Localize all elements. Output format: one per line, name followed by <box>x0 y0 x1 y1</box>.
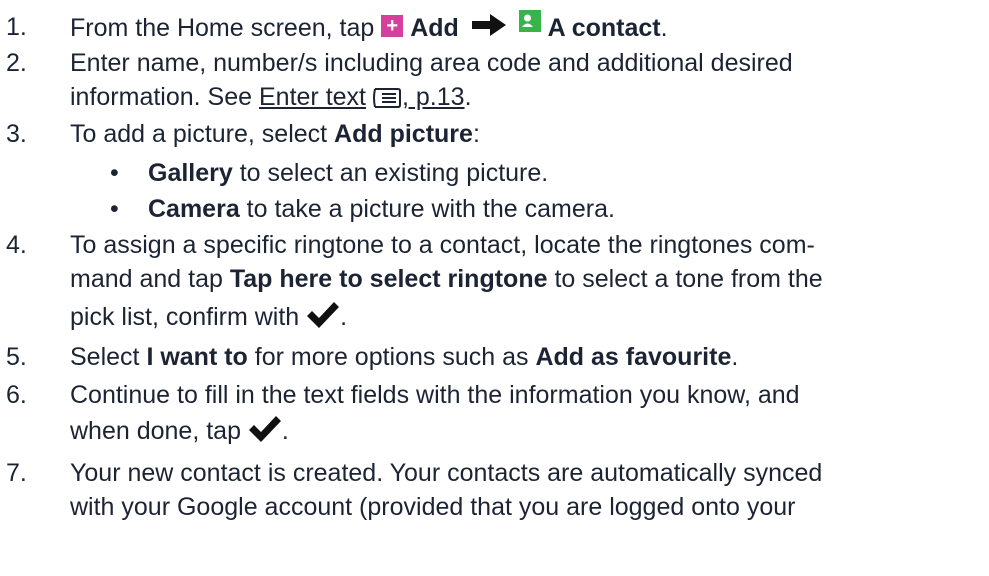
step-number: 5. <box>6 343 27 371</box>
step-number: 3. <box>6 120 27 148</box>
keyboard-icon <box>373 88 401 108</box>
bullet-icon: • <box>110 159 119 187</box>
checkmark-icon <box>248 416 281 442</box>
arrow-right-icon <box>471 14 506 36</box>
step-number: 1. <box>6 13 27 41</box>
contact-card-icon <box>518 10 541 32</box>
add-picture-label: Add picture <box>334 120 473 148</box>
add-as-favourite-label: Add as favourite <box>535 343 732 371</box>
camera-label: Camera <box>148 195 240 223</box>
gallery-label: Gallery <box>148 159 233 187</box>
a-contact-label: A contact <box>547 14 661 42</box>
step-number: 7. <box>6 459 27 487</box>
bullet-icon: • <box>110 195 119 223</box>
step-text: From the Home screen, tap <box>70 14 382 42</box>
enter-text-link[interactable]: Enter text, p.13 <box>259 83 465 111</box>
i-want-to-label: I want to <box>146 343 248 371</box>
step-text: Enter name, number/s including area code… <box>70 49 793 77</box>
step-number: 2. <box>6 49 27 77</box>
plus-square-icon: + <box>381 15 404 37</box>
checkmark-icon <box>307 302 340 328</box>
step-number: 6. <box>6 381 27 409</box>
add-label: Add <box>410 14 459 42</box>
step-text: Continue to fill in the text fields with… <box>70 381 800 409</box>
select-ringtone-label: Tap here to select ringtone <box>229 265 548 293</box>
step-text: with your Google account (provided that … <box>70 493 796 521</box>
step-text: To assign a specific ringtone to a conta… <box>70 231 815 259</box>
step-number: 4. <box>6 231 27 259</box>
step-text: Your new contact is created. Your contac… <box>70 459 823 487</box>
